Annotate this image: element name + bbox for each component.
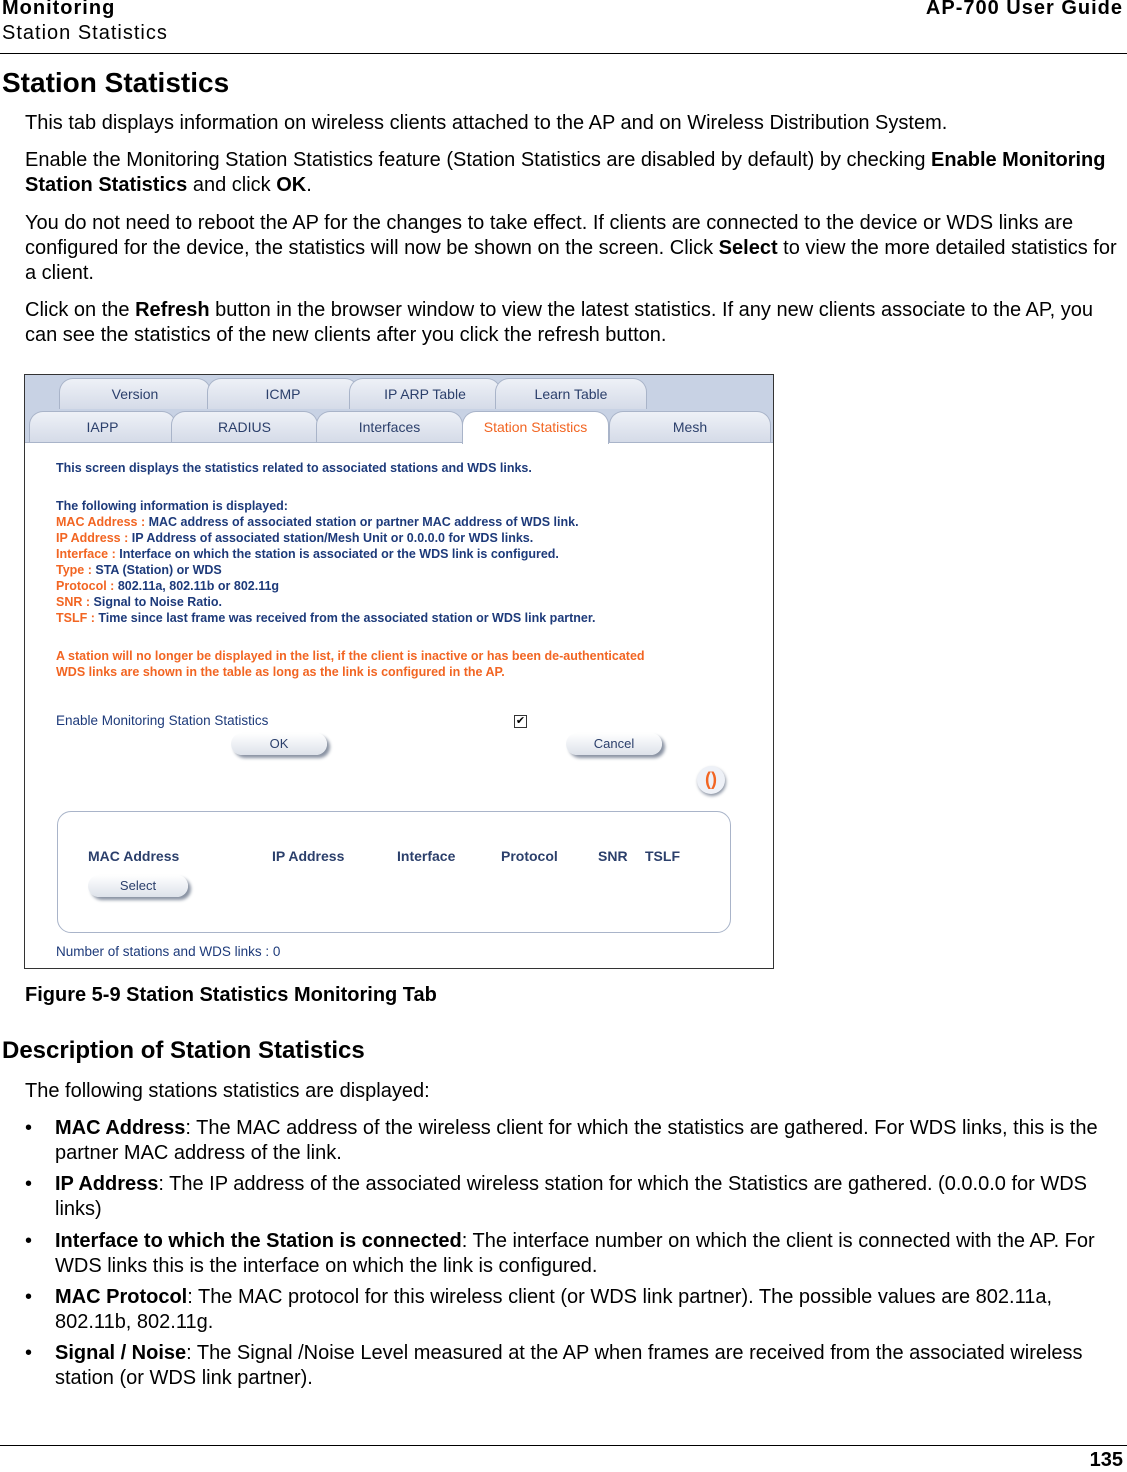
info-value: MAC address of associated station or par… xyxy=(145,515,579,529)
bullet-text: MAC Protocol: The MAC protocol for this … xyxy=(55,1285,1127,1335)
column-header: TSLF xyxy=(645,848,680,864)
paragraph-text: OK xyxy=(276,174,307,196)
info-line: IP Address : IP Address of associated st… xyxy=(56,531,533,545)
info-value: IP Address of associated station/Mesh Un… xyxy=(128,531,534,545)
paragraph-text: Enable the Monitoring Station Statistics… xyxy=(25,149,932,171)
section-title: Description of Station Statistics xyxy=(2,1037,365,1064)
bullet-desc: : The IP address of the associated wirel… xyxy=(55,1173,1087,1220)
tab-iapp[interactable]: IAPP xyxy=(29,411,176,442)
info-key: Protocol : xyxy=(56,579,115,593)
info-key: TSLF : xyxy=(56,611,95,625)
info-heading: The following information is displayed: xyxy=(56,499,288,513)
intro-paragraph: Click on the Refresh button in the brows… xyxy=(25,298,1127,348)
column-header: Interface xyxy=(397,848,456,864)
footer-rule xyxy=(0,1445,1127,1446)
cancel-button[interactable]: Cancel xyxy=(566,733,662,755)
paragraph-text: Refresh xyxy=(135,299,210,321)
enable-label: Enable Monitoring Station Statistics xyxy=(56,713,269,728)
tab-radius[interactable]: RADIUS xyxy=(171,411,318,442)
bullet-icon: • xyxy=(25,1230,33,1252)
warning-wds: WDS links are shown in the table as long… xyxy=(56,665,505,679)
bullet-icon: • xyxy=(25,1342,33,1364)
info-line: TSLF : Time since last frame was receive… xyxy=(56,611,596,625)
tab-icmp[interactable]: ICMP xyxy=(207,378,359,409)
warning-inactive: A station will no longer be displayed in… xyxy=(56,649,645,663)
tab-interfaces[interactable]: Interfaces xyxy=(316,411,463,442)
station-statistics-screenshot: This screen displays the statistics rela… xyxy=(24,374,774,969)
column-header: IP Address xyxy=(272,848,345,864)
column-header: SNR xyxy=(598,848,628,864)
bullet-desc: : The MAC address of the wireless client… xyxy=(55,1117,1098,1164)
header-subsection: Station Statistics xyxy=(2,22,168,44)
tab-learn-table[interactable]: Learn Table xyxy=(495,378,647,409)
paragraph-text: . xyxy=(306,174,312,196)
header-guide-title: AP-700 User Guide xyxy=(925,0,1123,19)
paragraph-text: Click on the xyxy=(25,299,136,321)
column-header: Protocol xyxy=(501,848,558,864)
header-section: Monitoring xyxy=(2,0,116,19)
bullet-icon: • xyxy=(25,1173,33,1195)
intro-paragraph: This tab displays information on wireles… xyxy=(25,111,1127,136)
bullet-text: MAC Address: The MAC address of the wire… xyxy=(55,1116,1127,1166)
bullet-term: MAC Address xyxy=(55,1117,186,1139)
info-value: 802.11a, 802.11b or 802.11g xyxy=(114,579,280,593)
info-key: MAC Address : xyxy=(56,515,146,529)
page-title: Station Statistics xyxy=(2,67,230,98)
info-key: Type : xyxy=(56,563,92,577)
info-value: Interface on which the station is associ… xyxy=(115,547,559,561)
figure-caption: Figure 5-9 Station Statistics Monitoring… xyxy=(25,984,437,1006)
page-number: 135 xyxy=(1089,1449,1123,1471)
bullet-text: Interface to which the Station is connec… xyxy=(55,1229,1127,1279)
bullet-text: IP Address: The IP address of the associ… xyxy=(55,1172,1127,1222)
paragraph-text: Select xyxy=(718,237,778,259)
tab-version[interactable]: Version xyxy=(59,378,211,409)
select-button[interactable]: Select xyxy=(88,875,188,897)
station-count: Number of stations and WDS links : 0 xyxy=(56,944,281,959)
bullet-icon: • xyxy=(25,1117,33,1139)
info-line: MAC Address : MAC address of associated … xyxy=(56,515,579,529)
bullet-desc: : The MAC protocol for this wireless cli… xyxy=(55,1286,1053,1333)
screen-description: This screen displays the statistics rela… xyxy=(56,461,532,475)
paragraph-text: This tab displays information on wireles… xyxy=(25,112,948,134)
paragraph-text: and click xyxy=(187,174,277,196)
column-header: MAC Address xyxy=(88,848,180,864)
info-value: Signal to Noise Ratio. xyxy=(90,595,223,609)
enable-checkbox[interactable]: ✔ xyxy=(514,715,527,728)
info-line: SNR : Signal to Noise Ratio. xyxy=(56,595,222,609)
bullet-text: Signal / Noise: The Signal /Noise Level … xyxy=(55,1341,1127,1391)
intro-paragraph: Enable the Monitoring Station Statistics… xyxy=(25,148,1127,198)
tab-station-statistics[interactable]: Station Statistics xyxy=(462,411,609,444)
tab-mesh[interactable]: Mesh xyxy=(609,411,771,442)
info-value: STA (Station) or WDS xyxy=(91,563,222,577)
info-line: Interface : Interface on which the stati… xyxy=(56,547,559,561)
info-line: Type : STA (Station) or WDS xyxy=(56,563,222,577)
bullet-term: Signal / Noise xyxy=(55,1342,187,1364)
bullet-desc: : The Signal /Noise Level measured at th… xyxy=(55,1342,1083,1389)
info-value: Time since last frame was received from … xyxy=(94,611,596,625)
tab-ip-arp-table[interactable]: IP ARP Table xyxy=(349,378,501,409)
bullet-icon: • xyxy=(25,1286,33,1308)
info-key: IP Address : xyxy=(56,531,129,545)
section-intro: The following stations statistics are di… xyxy=(25,1080,430,1102)
stations-table: MAC Address IP Address Interface Protocol SN… xyxy=(57,811,731,933)
ok-button[interactable]: OK xyxy=(231,733,327,755)
info-line: Protocol : 802.11a, 802.11b or 802.11g xyxy=(56,579,279,593)
info-key: Interface : xyxy=(56,547,116,561)
bullet-term: Interface to which the Station is connec… xyxy=(55,1230,462,1252)
bullet-term: IP Address xyxy=(55,1173,159,1195)
header-rule xyxy=(0,53,1127,54)
intro-paragraph: You do not need to reboot the AP for the… xyxy=(25,211,1127,286)
bullet-term: MAC Protocol xyxy=(55,1286,188,1308)
info-key: SNR : xyxy=(56,595,91,609)
refresh-icon[interactable]: () xyxy=(697,766,725,794)
